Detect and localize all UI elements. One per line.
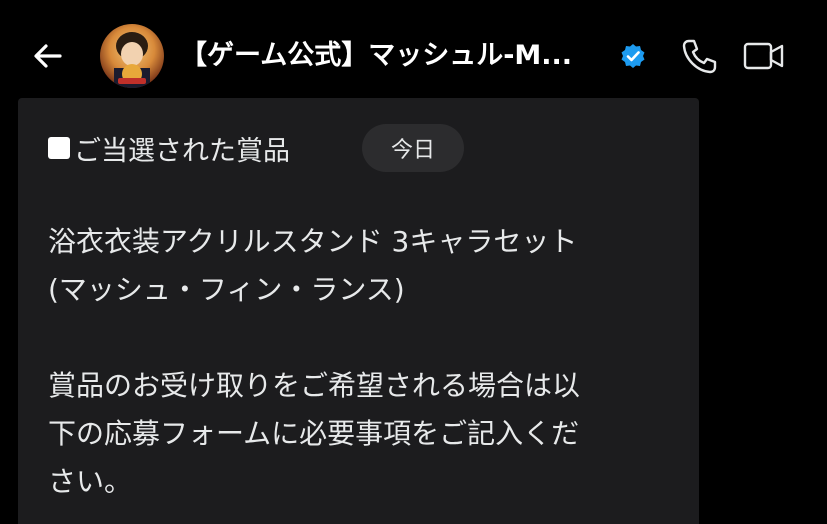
call-button[interactable] [680, 36, 720, 76]
body-line-2: 下の応募フォームに必要事項をご記入くだ [48, 417, 580, 450]
body-line-3: さい。 [48, 465, 133, 498]
back-button[interactable] [24, 32, 72, 80]
chat-title[interactable]: 【ゲーム公式】マッシュル-M... [180, 36, 572, 76]
prize-heading: ご当選された賞品 [74, 135, 290, 167]
body-line-1: 賞品のお受け取りをご希望される場合は以 [48, 369, 581, 402]
prize-line-2: (マッシュ・フィン・ランス) [48, 273, 405, 306]
prize-heading-row: ご当選された賞品 [48, 124, 290, 172]
avatar-image [114, 32, 150, 88]
chat-screen: 【ゲーム公式】マッシュル-M... ご当選された賞品 今日 浴衣衣装アクリルスタ… [0, 0, 827, 524]
white-square-icon [48, 137, 70, 159]
avatar[interactable] [100, 24, 164, 88]
prize-line-1: 浴衣衣装アクリルスタンド 3キャラセット [48, 225, 578, 258]
video-camera-icon [743, 42, 784, 70]
arrow-left-icon [34, 44, 62, 68]
video-call-button[interactable] [742, 36, 786, 76]
phone-icon [682, 39, 717, 74]
chat-header: 【ゲーム公式】マッシュル-M... [0, 0, 827, 96]
date-pill: 今日 [362, 124, 464, 172]
verified-badge-icon [621, 44, 645, 68]
